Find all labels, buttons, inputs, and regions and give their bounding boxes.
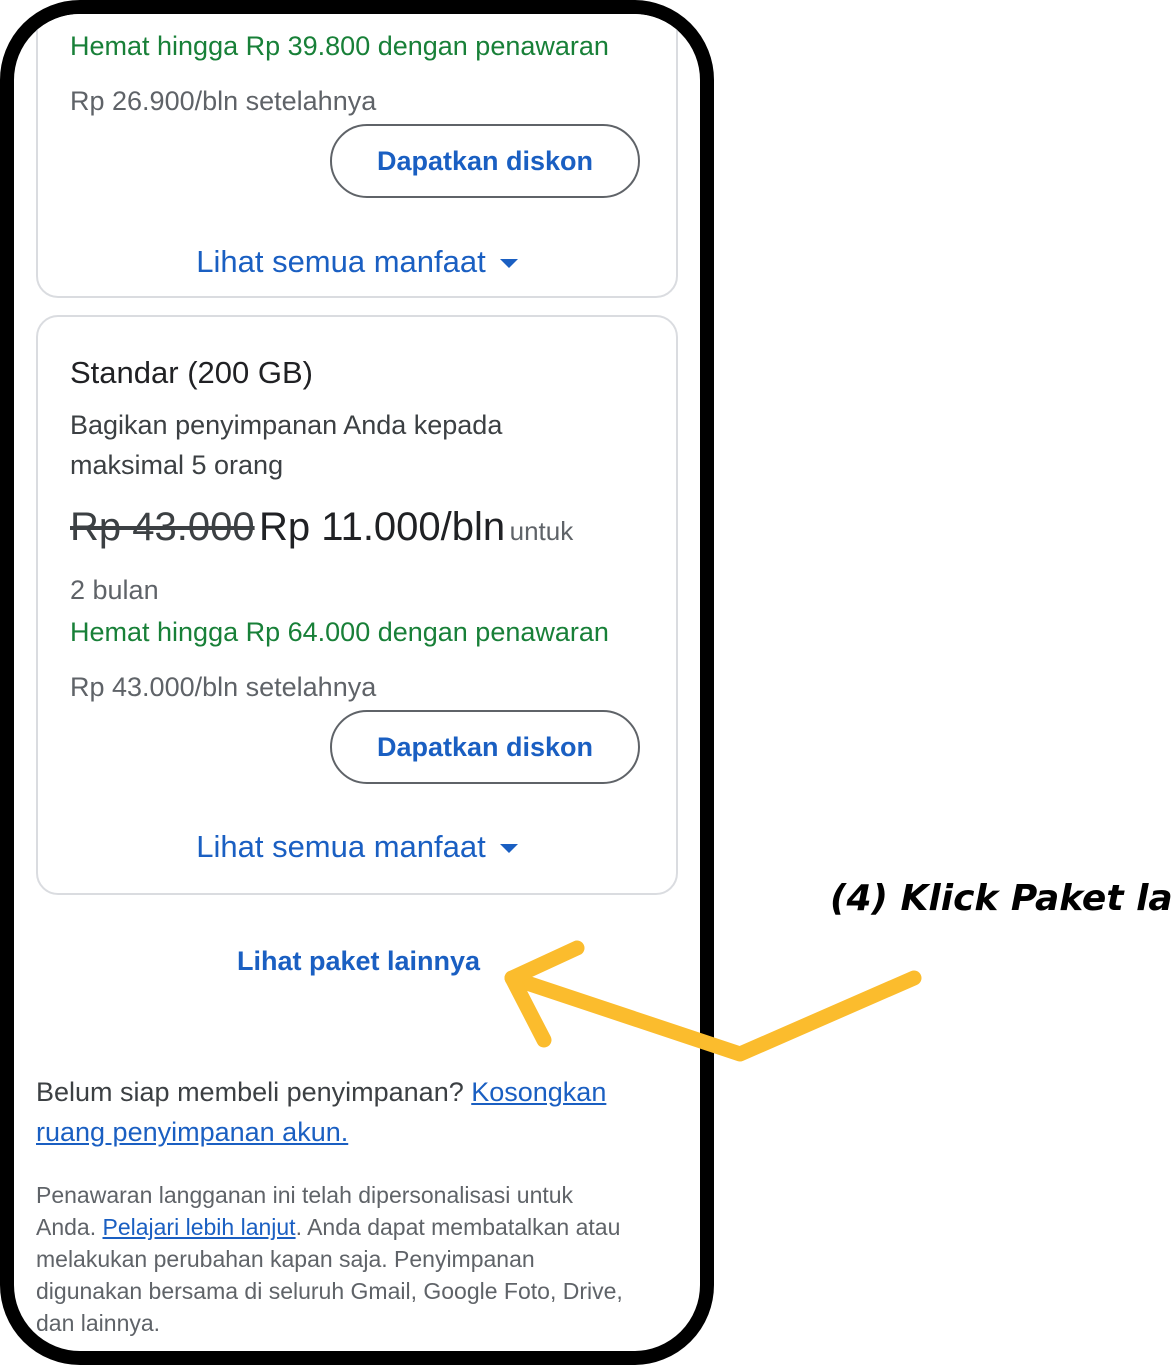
annotation-label: (4) Klick Paket lain	[830, 878, 1173, 919]
arrow-icon	[504, 940, 922, 1062]
arrow-shaft	[504, 970, 922, 1062]
